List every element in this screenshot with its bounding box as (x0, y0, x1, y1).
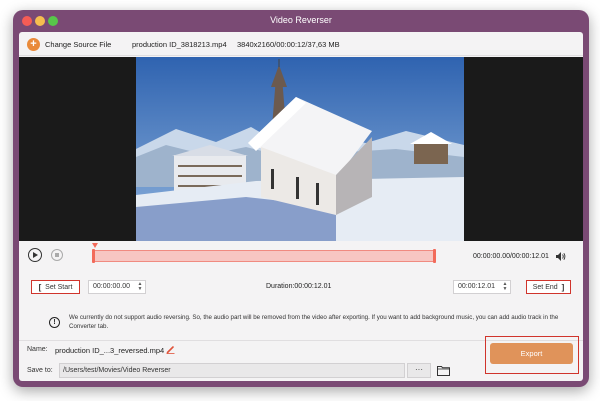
duration-label: Duration:00:00:12.01 (266, 283, 332, 290)
time-readout: 00:00:00.00/00:00:12.01 (473, 253, 549, 260)
left-bracket-icon: [ (38, 282, 42, 292)
audio-notice: ! We currently do not support audio reve… (49, 312, 569, 334)
trim-end-handle[interactable] (433, 249, 436, 263)
source-file-info: 3840x2160/00:00:12/37,63 MB (237, 40, 340, 49)
video-preview-area (19, 57, 583, 241)
trim-start-handle[interactable] (92, 249, 95, 263)
video-preview-frame (136, 57, 464, 241)
trim-row: [ Set Start 00:00:00.00 ▲ ▼ Duration:00:0… (19, 280, 583, 298)
start-time-input[interactable]: 00:00:00.00 ▲ ▼ (88, 280, 146, 294)
folder-icon[interactable] (437, 365, 450, 376)
trim-timeline[interactable] (92, 249, 436, 263)
end-time-value: 00:00:12.01 (458, 283, 495, 290)
name-label: Name: (27, 346, 48, 353)
audio-notice-text: We currently do not support audio revers… (69, 314, 559, 330)
window-title: Video Reverser (270, 15, 332, 25)
stop-button[interactable] (51, 249, 63, 261)
change-source-button[interactable]: + Change Source File (27, 37, 111, 51)
output-file-name: production ID_...3_reversed.mp4 (55, 346, 165, 355)
right-bracket-icon: ] (561, 282, 565, 292)
set-start-button[interactable]: [ Set Start (31, 280, 80, 294)
end-time-stepper[interactable]: ▲ ▼ (502, 282, 508, 292)
set-start-label: Set Start (45, 283, 73, 291)
save-path-field[interactable]: /Users/test/Movies/Video Reverser (59, 363, 405, 378)
change-source-label: Change Source File (45, 39, 112, 49)
pencil-icon[interactable] (166, 345, 175, 354)
set-end-button[interactable]: Set End ] (526, 280, 571, 294)
source-file-name: production ID_3818213.mp4 (132, 40, 227, 49)
export-highlight: Export (485, 336, 579, 374)
chapel-snow-scene-image (136, 57, 464, 241)
playhead-marker[interactable] (92, 243, 98, 248)
start-time-value: 00:00:00.00 (93, 283, 130, 290)
end-time-input[interactable]: 00:00:12.01 ▲ ▼ (453, 280, 511, 294)
browse-path-button[interactable]: ··· (407, 363, 431, 378)
volume-icon[interactable] (556, 252, 566, 261)
plus-icon: + (27, 37, 40, 51)
source-toolbar: + Change Source File production ID_38182… (19, 32, 583, 56)
title-bar: Video Reverser (13, 10, 589, 32)
set-end-label: Set End (532, 283, 558, 291)
export-button[interactable]: Export (490, 343, 573, 364)
main-panel: + Change Source File production ID_38182… (19, 32, 583, 381)
save-to-label: Save to: (27, 367, 53, 374)
start-time-stepper[interactable]: ▲ ▼ (137, 282, 143, 292)
playback-controls: 00:00:00.00/00:00:12.01 (19, 241, 583, 271)
app-window: Video Reverser + Change Source File prod… (13, 10, 589, 387)
exclamation-icon: ! (49, 317, 60, 328)
play-button[interactable] (28, 248, 42, 262)
